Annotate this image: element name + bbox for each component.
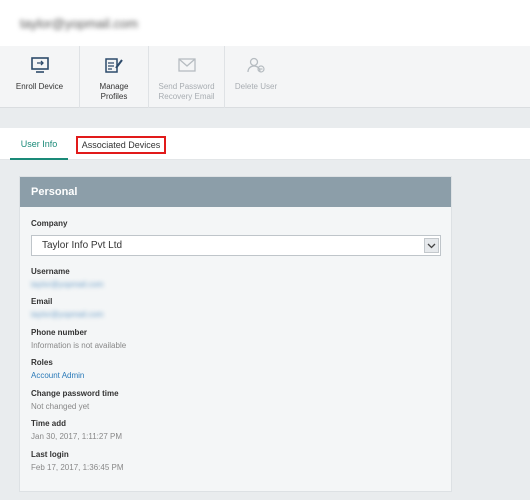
send-password-recovery-email-button[interactable]: Send Password Recovery Email (149, 46, 225, 108)
delete-user-icon (246, 55, 266, 75)
action-toolbar: Enroll Device Manage Profiles Send Passw… (0, 46, 530, 108)
last-login-field: Last login Feb 17, 2017, 1:36:45 PM (31, 450, 124, 472)
username-field: Username taylor@yopmail.com (31, 267, 104, 289)
chevron-down-icon[interactable] (424, 238, 439, 253)
username-label: Username (31, 267, 70, 276)
roles-value-link[interactable]: Account Admin (31, 371, 84, 380)
user-email-title: taylor@yopmail.com (20, 16, 138, 31)
password-time-field: Change password time Not changed yet (31, 389, 119, 411)
manage-profiles-button[interactable]: Manage Profiles (80, 46, 149, 108)
phone-label: Phone number (31, 328, 88, 337)
company-field: Company (31, 219, 67, 228)
delete-user-label: Delete User (234, 82, 278, 91)
phone-value: Information is not available (31, 341, 127, 350)
time-add-field: Time add Jan 30, 2017, 1:11:27 PM (31, 419, 122, 441)
roles-field: Roles Account Admin (31, 358, 84, 380)
page-header: taylor@yopmail.com (0, 0, 530, 46)
last-login-label: Last login (31, 450, 69, 459)
username-value: taylor@yopmail.com (31, 280, 104, 289)
send-password-label: Send Password Recovery Email (158, 82, 215, 101)
manage-profiles-icon (104, 55, 124, 75)
time-add-label: Time add (31, 419, 66, 428)
email-envelope-icon (177, 55, 197, 75)
roles-label: Roles (31, 358, 53, 367)
enroll-device-label: Enroll Device (15, 82, 64, 91)
company-select-value: Taylor Info Pvt Ltd (42, 240, 123, 251)
time-add-value: Jan 30, 2017, 1:11:27 PM (31, 432, 123, 441)
user-tabs: User Info Associated Devices (0, 128, 530, 160)
email-label: Email (31, 297, 53, 306)
email-field: Email taylor@yopmail.com (31, 297, 104, 319)
personal-panel: Personal Company Taylor Info Pvt Ltd Use… (19, 176, 452, 492)
company-select[interactable]: Taylor Info Pvt Ltd (31, 235, 441, 256)
manage-profiles-label: Manage Profiles (99, 82, 129, 101)
enroll-device-icon (30, 55, 50, 75)
tab-user-info[interactable]: User Info (10, 128, 68, 160)
delete-user-button[interactable]: Delete User (225, 46, 287, 108)
personal-panel-title: Personal (20, 177, 451, 207)
enroll-device-button[interactable]: Enroll Device (0, 46, 80, 108)
password-time-value: Not changed yet (31, 402, 90, 411)
phone-field: Phone number Information is not availabl… (31, 328, 126, 350)
tab-associated-devices[interactable]: Associated Devices (76, 136, 166, 154)
password-time-label: Change password time (31, 389, 119, 398)
company-label: Company (31, 219, 68, 228)
last-login-value: Feb 17, 2017, 1:36:45 PM (31, 463, 124, 472)
email-value[interactable]: taylor@yopmail.com (31, 310, 104, 319)
